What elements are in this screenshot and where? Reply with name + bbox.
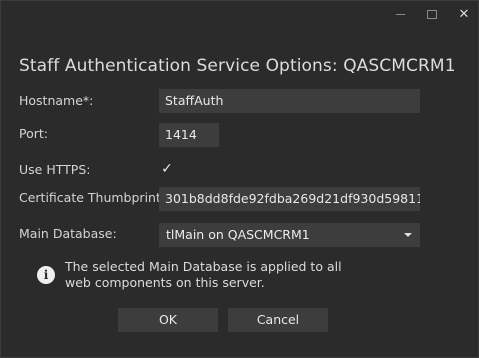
hostname-label: Hostname*: bbox=[19, 93, 94, 108]
dialog-title: Staff Authentication Service Options: QA… bbox=[19, 56, 456, 76]
close-button[interactable]: ✕ bbox=[448, 1, 479, 27]
database-select-value: tlMain on QASCMCRM1 bbox=[166, 227, 310, 242]
chevron-down-icon bbox=[404, 233, 412, 237]
dialog-window: ✕ Staff Authentication Service Options: … bbox=[0, 0, 479, 358]
https-label: Use HTTPS: bbox=[19, 162, 91, 177]
thumbprint-input[interactable]: 301b8dd8fde92fdba269d21df930d59811f84 bbox=[159, 187, 420, 211]
database-label: Main Database: bbox=[19, 226, 117, 241]
port-input[interactable]: 1414 bbox=[159, 123, 219, 147]
thumbprint-label: Certificate Thumbprint bbox=[19, 190, 161, 205]
info-icon: i bbox=[37, 266, 55, 284]
cancel-button[interactable]: Cancel bbox=[228, 308, 328, 332]
title-bar: ✕ bbox=[1, 1, 478, 27]
minimize-icon bbox=[395, 13, 405, 15]
checkmark-icon: ✓ bbox=[161, 161, 173, 177]
maximize-icon bbox=[427, 9, 437, 19]
port-label: Port: bbox=[19, 126, 48, 141]
maximize-button[interactable] bbox=[416, 1, 448, 27]
ok-button[interactable]: OK bbox=[118, 308, 218, 332]
minimize-button[interactable] bbox=[384, 1, 416, 27]
database-select[interactable]: tlMain on QASCMCRM1 bbox=[159, 223, 420, 247]
https-checkbox[interactable]: ✓ bbox=[159, 161, 175, 177]
info-message: The selected Main Database is applied to… bbox=[65, 259, 342, 290]
close-icon: ✕ bbox=[458, 6, 470, 22]
hostname-input[interactable]: StaffAuth bbox=[159, 89, 420, 113]
